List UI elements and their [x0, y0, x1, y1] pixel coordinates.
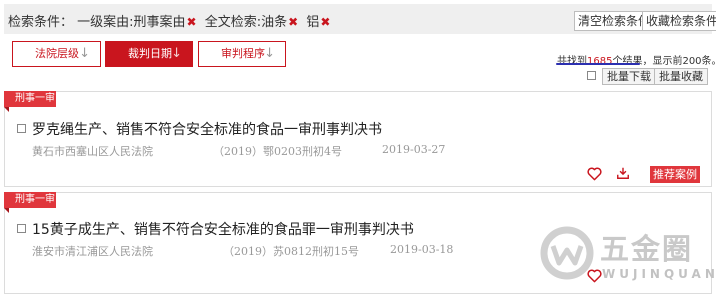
- select-all-checkbox[interactable]: [587, 71, 596, 80]
- case-court: 黄石市西塞山区人民法院: [32, 145, 153, 158]
- sort-tab-label: 审判程序: [221, 47, 265, 60]
- arrow-down-icon: ↓: [264, 46, 275, 61]
- case-checkbox[interactable]: [17, 224, 26, 233]
- sort-tab-procedure[interactable]: 审判程序 ↓: [198, 41, 286, 67]
- search-conditions-bar: 检索条件： 一级案由:刑事案由✖ 全文检索:油条✖ 铝✖ 清空检索条件 收藏检索…: [4, 4, 716, 34]
- condition-keyword: 铝: [306, 15, 320, 30]
- condition-cause: 一级案由:刑事案由: [77, 15, 186, 30]
- recommend-badge: 推荐案例: [650, 166, 700, 183]
- remove-condition-icon[interactable]: ✖: [187, 15, 197, 29]
- remove-condition-icon[interactable]: ✖: [288, 15, 298, 29]
- sort-tab-court-level[interactable]: 法院层级 ↓: [12, 41, 101, 67]
- condition-fulltext: 全文检索:油条: [204, 15, 288, 30]
- arrow-down-icon: ↓: [171, 46, 182, 61]
- search-conditions-label: 检索条件：: [8, 15, 74, 30]
- batch-collect-button[interactable]: 批量收藏: [654, 68, 708, 85]
- result-count-number: 1685: [587, 56, 613, 67]
- result-count-prefix: 共找到: [557, 56, 587, 67]
- case-card: 刑事一审 罗克绳生产、销售不符合安全标准的食品一审刑事判决书 黄石市西塞山区人民…: [4, 91, 712, 187]
- watermark-name: 五金圈: [600, 232, 694, 266]
- result-count-suffix: 个结果，显示前200条。: [612, 56, 716, 67]
- remove-condition-icon[interactable]: ✖: [320, 15, 330, 29]
- search-conditions: 检索条件： 一级案由:刑事案由✖ 全文检索:油条✖ 铝✖: [8, 11, 334, 30]
- download-icon[interactable]: [616, 166, 630, 180]
- case-title[interactable]: 罗克绳生产、销售不符合安全标准的食品一审刑事判决书: [32, 119, 382, 139]
- sort-tab-judgment-date[interactable]: 裁判日期 ↓: [105, 41, 193, 67]
- case-number: （2019）鄂0203刑初4号: [213, 145, 342, 158]
- case-tag: 刑事一审: [4, 91, 56, 112]
- case-checkbox[interactable]: [17, 124, 26, 133]
- annotation-underline: [556, 63, 640, 65]
- save-conditions-button[interactable]: 收藏检索条件: [642, 11, 716, 31]
- case-court: 淮安市清江浦区人民法院: [32, 245, 153, 258]
- batch-download-button[interactable]: 批量下载: [602, 68, 656, 85]
- watermark-logo: [540, 226, 594, 280]
- case-date: 2019-03-27: [382, 143, 446, 156]
- case-title[interactable]: 15黄子成生产、销售不符合安全标准的食品罪一审刑事判决书: [32, 219, 414, 239]
- favorite-heart-icon[interactable]: [587, 167, 602, 181]
- case-number: （2019）苏0812刑初15号: [223, 245, 359, 258]
- arrow-down-icon: ↓: [79, 46, 90, 61]
- case-date: 2019-03-18: [390, 243, 454, 256]
- sort-tab-label: 裁判日期: [128, 47, 172, 60]
- watermark-pinyin: WUJINQUAN: [602, 267, 716, 281]
- case-tag: 刑事一审: [4, 192, 56, 213]
- sort-tab-label: 法院层级: [35, 47, 79, 60]
